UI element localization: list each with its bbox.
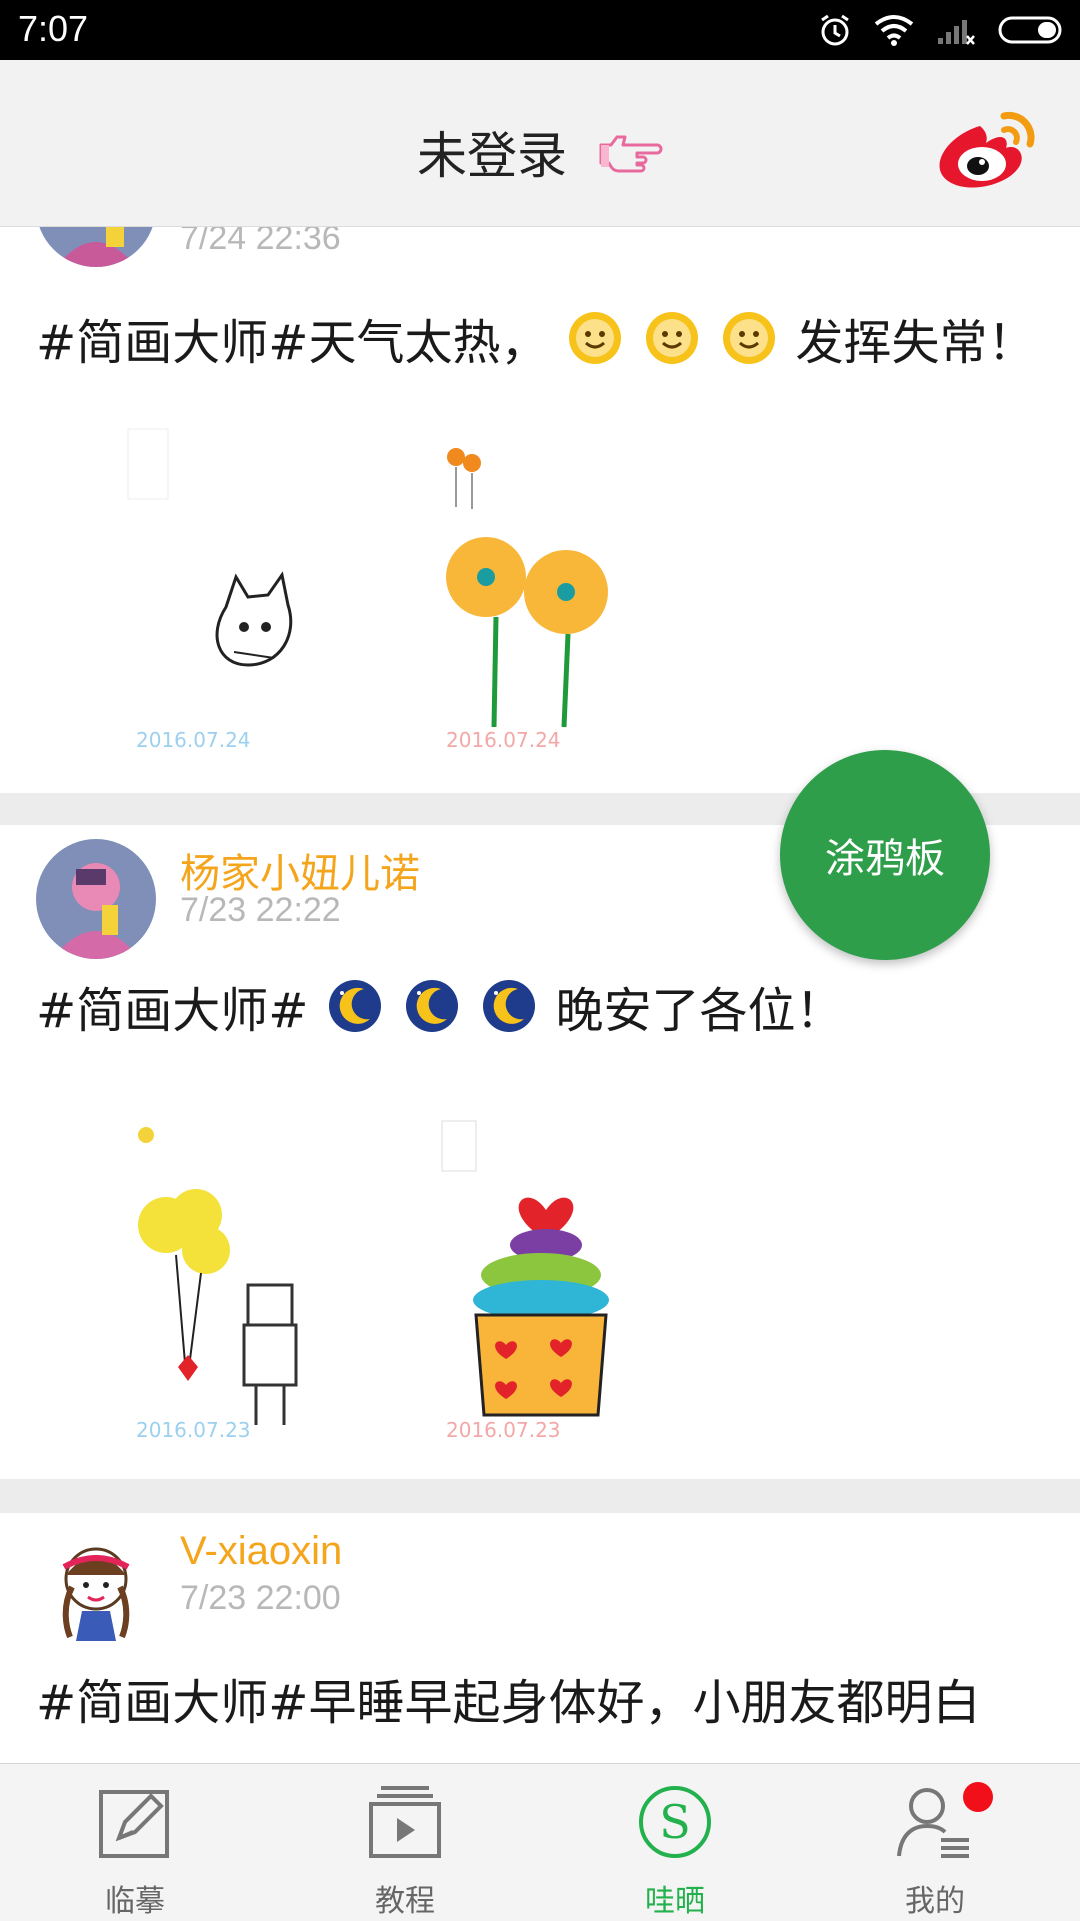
alarm-icon [821, 14, 849, 46]
avatar[interactable] [36, 227, 156, 267]
wifi-icon [874, 15, 914, 46]
tab-mine[interactable]: 我的 [845, 1764, 1025, 1921]
tab-tutorial[interactable]: 教程 [315, 1764, 495, 1921]
bottom-nav: 临摹 教程 S 哇晒 我的 [0, 1763, 1080, 1921]
post-time: 7/23 22:00 [180, 1579, 341, 1617]
post-card[interactable]: 7/24 22:36 #简画大师#天气太热， 发挥失常！ 2016.07.24 … [0, 227, 1080, 793]
tab-label: 哇晒 [645, 1884, 705, 1919]
status-time: 7:07 [18, 8, 89, 49]
tab-label: 教程 [375, 1884, 435, 1919]
post-time: 7/23 22:22 [180, 891, 341, 929]
drawing-thumbnail-flowers[interactable]: 2016.07.24 [436, 427, 686, 757]
svg-text:S: S [659, 1795, 691, 1849]
header-bar: 未登录 [0, 60, 1080, 227]
pointing-hand-icon [599, 135, 663, 173]
login-status-label: 未登录 [417, 127, 568, 185]
post-text-start: #简画大师#早睡早起身体好，小朋友都明白 [36, 1675, 981, 1731]
svg-text:2016.07.23: 2016.07.23 [446, 1418, 561, 1442]
smiley-icon [723, 312, 776, 364]
weibo-login-button[interactable] [936, 104, 1042, 192]
battery-icon [998, 16, 1062, 44]
post-time: 7/24 22:36 [180, 227, 341, 257]
doodle-board-label: 涂鸦板 [825, 836, 945, 882]
pencil-icon [99, 1790, 169, 1858]
author-name[interactable]: V-xiaoxin [180, 1529, 342, 1574]
moon-icon [483, 980, 536, 1032]
svg-text:2016.07.23: 2016.07.23 [136, 1418, 251, 1442]
post-card[interactable]: V-xiaoxin 7/23 22:00 #简画大师#早睡早起身体好，小朋友都明… [0, 1513, 1080, 1763]
moon-icon [405, 980, 458, 1032]
post-text: #简画大师#天气太热， 发挥失常！ [36, 303, 1036, 373]
status-icons [818, 10, 1066, 50]
share-s-icon: S [639, 1786, 711, 1858]
drawing-thumbnail-cupcake[interactable]: 2016.07.23 [436, 1115, 686, 1445]
post-text-start: #简画大师#天气太热， [36, 315, 549, 371]
svg-text:2016.07.24: 2016.07.24 [446, 728, 561, 752]
tab-label: 我的 [905, 1884, 965, 1919]
smiley-icon [645, 312, 698, 364]
post-text: #简画大师# 晚安了各位！ [36, 971, 844, 1041]
svg-text:2016.07.24: 2016.07.24 [136, 728, 251, 752]
avatar[interactable] [36, 839, 156, 959]
drawing-thumbnail-balloons[interactable]: 2016.07.23 [126, 1115, 376, 1445]
notification-badge [963, 1782, 993, 1812]
status-bar: 7:07 [0, 0, 1080, 60]
play-icon [369, 1786, 441, 1858]
post-text-end: 晚安了各位！ [555, 983, 844, 1039]
tab-label: 临摹 [105, 1884, 165, 1919]
moon-icon [328, 980, 381, 1032]
tab-share[interactable]: S 哇晒 [585, 1764, 765, 1921]
page-title[interactable]: 未登录 [0, 116, 1080, 188]
post-text-end: 发挥失常！ [795, 315, 1036, 371]
tab-copy[interactable]: 临摹 [45, 1764, 225, 1921]
avatar[interactable] [36, 1527, 156, 1647]
weibo-icon [939, 111, 1035, 188]
doodle-board-button[interactable]: 涂鸦板 [780, 750, 990, 960]
post-text-start: #简画大师# [36, 983, 309, 1039]
signal-icon [938, 20, 975, 45]
drawing-thumbnail-cat[interactable]: 2016.07.24 [126, 427, 376, 757]
smiley-icon [568, 312, 621, 364]
feed-list[interactable]: 7/24 22:36 #简画大师#天气太热， 发挥失常！ 2016.07.24 … [0, 227, 1080, 1763]
post-text: #简画大师#早睡早起身体好，小朋友都明白 [36, 1663, 980, 1733]
